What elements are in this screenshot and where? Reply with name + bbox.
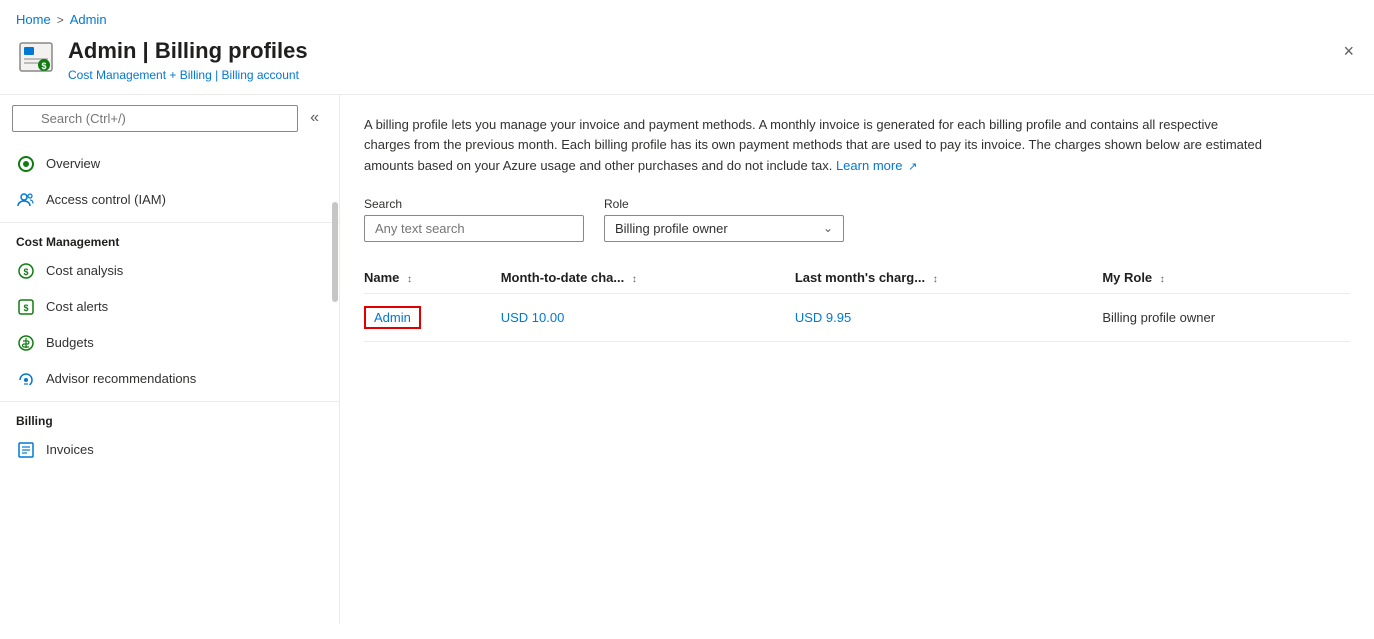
sidebar-item-iam[interactable]: Access control (IAM): [0, 182, 339, 218]
role-select-value: Billing profile owner: [615, 221, 728, 236]
page-header: $ Admin | Billing profiles Cost Manageme…: [0, 33, 1374, 95]
invoices-icon: [16, 440, 36, 460]
sidebar-item-invoices-label: Invoices: [46, 442, 94, 457]
billing-profiles-table: Name ↕ Month-to-date cha... ↕ Last month…: [364, 262, 1350, 342]
role-filter-group: Role Billing profile owner ⌄: [604, 197, 844, 242]
sidebar-item-budgets-label: Budgets: [46, 335, 94, 350]
col-header-name[interactable]: Name ↕: [364, 262, 501, 294]
search-filter-group: Search: [364, 197, 584, 242]
sidebar-item-overview-label: Overview: [46, 156, 100, 171]
month-to-date-amount: USD 10.00: [501, 310, 565, 325]
filter-row: Search Role Billing profile owner ⌄: [364, 197, 1350, 242]
page-icon: $: [16, 37, 56, 77]
close-button[interactable]: ×: [1339, 37, 1358, 66]
collapse-sidebar-button[interactable]: «: [302, 109, 327, 127]
col-header-role-label: My Role: [1102, 270, 1152, 285]
chevron-down-icon: ⌄: [823, 221, 833, 235]
table-row: Admin USD 10.00 USD 9.95 Billing profile…: [364, 293, 1350, 341]
sort-lm-icon: ↕: [933, 274, 938, 285]
sort-mtd-icon: ↕: [632, 274, 637, 285]
breadcrumb-separator: >: [57, 13, 64, 27]
col-header-my-role[interactable]: My Role ↕: [1102, 262, 1350, 294]
breadcrumb-home[interactable]: Home: [16, 12, 51, 27]
search-filter-input[interactable]: [364, 215, 584, 242]
people-icon: [16, 190, 36, 210]
svg-text:$: $: [41, 61, 46, 71]
description-text: A billing profile lets you manage your i…: [364, 115, 1264, 177]
budgets-icon: [16, 333, 36, 353]
col-header-last-month[interactable]: Last month's charg... ↕: [795, 262, 1102, 294]
breadcrumb-current: Admin: [70, 12, 107, 27]
sidebar-nav: Overview Access control (IAM) Cost Manag…: [0, 142, 339, 472]
sidebar-item-invoices[interactable]: Invoices: [0, 432, 339, 468]
cost-alerts-icon: $: [16, 297, 36, 317]
svg-text:$: $: [23, 267, 28, 277]
sort-role-icon: ↕: [1160, 274, 1165, 285]
sidebar-item-cost-alerts-label: Cost alerts: [46, 299, 108, 314]
page-title: Admin | Billing profiles: [68, 37, 308, 66]
table-cell-name: Admin: [364, 293, 501, 341]
sidebar-item-advisor[interactable]: Advisor recommendations: [0, 361, 339, 397]
header-text: Admin | Billing profiles Cost Management…: [68, 37, 308, 82]
main-content: A billing profile lets you manage your i…: [340, 95, 1374, 624]
role-label: Role: [604, 197, 844, 211]
admin-name-highlight: Admin: [364, 306, 421, 329]
sidebar-item-cost-alerts[interactable]: $ Cost alerts: [0, 289, 339, 325]
my-role-value: Billing profile owner: [1102, 310, 1215, 325]
last-month-amount: USD 9.95: [795, 310, 851, 325]
table-cell-my-role: Billing profile owner: [1102, 293, 1350, 341]
search-label: Search: [364, 197, 584, 211]
main-layout: 🔍 « Overview Access control (IAM): [0, 95, 1374, 624]
cost-analysis-icon: $: [16, 261, 36, 281]
col-header-mtd-label: Month-to-date cha...: [501, 270, 625, 285]
svg-text:$: $: [23, 303, 28, 313]
sidebar-item-overview[interactable]: Overview: [0, 146, 339, 182]
sidebar-item-cost-analysis-label: Cost analysis: [46, 263, 123, 278]
circle-dot-icon: [16, 154, 36, 174]
cost-management-section-title: Cost Management: [0, 222, 339, 253]
page-subtitle: Cost Management + Billing | Billing acco…: [68, 68, 308, 82]
table-body: Admin USD 10.00 USD 9.95 Billing profile…: [364, 293, 1350, 341]
table-cell-month-to-date: USD 10.00: [501, 293, 795, 341]
sidebar-item-advisor-label: Advisor recommendations: [46, 371, 196, 386]
external-link-icon: ↗: [908, 161, 917, 173]
col-header-name-label: Name: [364, 270, 399, 285]
table-header: Name ↕ Month-to-date cha... ↕ Last month…: [364, 262, 1350, 294]
table-cell-last-month: USD 9.95: [795, 293, 1102, 341]
role-select[interactable]: Billing profile owner ⌄: [604, 215, 844, 242]
sidebar-item-iam-label: Access control (IAM): [46, 192, 166, 207]
col-header-month-to-date[interactable]: Month-to-date cha... ↕: [501, 262, 795, 294]
sidebar: 🔍 « Overview Access control (IAM): [0, 95, 340, 624]
col-header-lm-label: Last month's charg...: [795, 270, 925, 285]
sort-name-icon: ↕: [407, 274, 412, 285]
header-left: $ Admin | Billing profiles Cost Manageme…: [16, 37, 308, 82]
sidebar-item-cost-analysis[interactable]: $ Cost analysis: [0, 253, 339, 289]
billing-section-title: Billing: [0, 401, 339, 432]
sidebar-item-budgets[interactable]: Budgets: [0, 325, 339, 361]
sidebar-search-input[interactable]: [12, 105, 298, 132]
breadcrumb: Home > Admin: [0, 0, 1374, 33]
learn-more-link[interactable]: Learn more ↗: [836, 158, 917, 173]
admin-profile-link[interactable]: Admin: [374, 310, 411, 325]
advisor-icon: [16, 369, 36, 389]
